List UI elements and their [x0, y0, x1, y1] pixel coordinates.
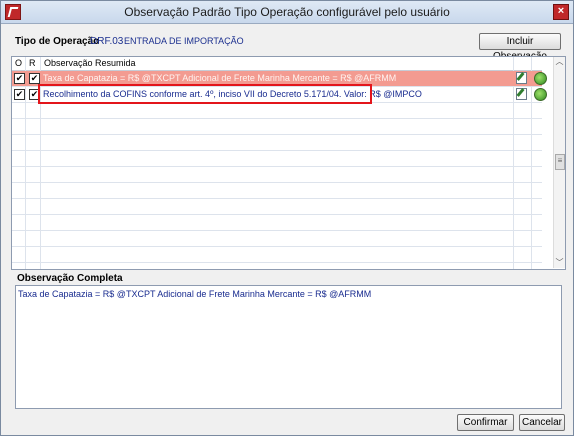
refresh-icon[interactable]	[534, 72, 547, 85]
o-checkbox[interactable]: ✔	[14, 89, 25, 100]
operation-name: ENTRADA DE IMPORTAÇÃO	[124, 36, 244, 46]
empty-row	[12, 199, 542, 215]
o-checkbox[interactable]: ✔	[14, 73, 25, 84]
edit-icon[interactable]	[516, 88, 527, 100]
empty-row	[12, 167, 542, 183]
empty-row	[12, 247, 542, 263]
operation-code: DRF.03	[90, 36, 124, 47]
row-text: Taxa de Capatazia = R$ @TXCPT Adicional …	[43, 73, 397, 83]
vertical-scrollbar[interactable]: ︿ ≡ ﹀	[553, 57, 565, 268]
empty-row	[12, 135, 542, 151]
scroll-up-icon[interactable]: ︿	[554, 57, 565, 67]
column-observation-summary[interactable]: Observação Resumida	[44, 58, 136, 68]
empty-row	[12, 183, 542, 199]
cancel-button[interactable]: Cancelar	[519, 414, 565, 431]
r-checkbox[interactable]: ✔	[29, 73, 40, 84]
scroll-thumb[interactable]: ≡	[555, 154, 565, 170]
edit-icon[interactable]	[516, 72, 527, 84]
dialog-window: Observação Padrão Tipo Operação configur…	[0, 0, 574, 436]
empty-row	[12, 119, 542, 135]
empty-row	[12, 231, 542, 247]
confirm-button[interactable]: Confirmar	[457, 414, 514, 431]
scroll-down-icon[interactable]: ﹀	[554, 258, 565, 268]
empty-row	[12, 151, 542, 167]
grid-header: O R Observação Resumida	[12, 57, 542, 71]
window-title: Observação Padrão Tipo Operação configur…	[124, 5, 450, 19]
row-highlight-box	[38, 84, 372, 104]
empty-row	[12, 215, 542, 231]
operation-type-label: Tipo de Operação	[15, 36, 100, 47]
close-button[interactable]: ×	[553, 4, 569, 20]
empty-row	[12, 103, 542, 119]
refresh-icon[interactable]	[534, 88, 547, 101]
complete-observation-textarea[interactable]: Taxa de Capatazia = R$ @TXCPT Adicional …	[15, 285, 562, 409]
add-observation-button[interactable]: Incluir Observação	[479, 33, 561, 62]
title-bar[interactable]: Observação Padrão Tipo Operação configur…	[1, 1, 573, 24]
column-o[interactable]: O	[15, 58, 22, 68]
complete-observation-label: Observação Completa	[17, 273, 123, 284]
column-r[interactable]: R	[29, 58, 36, 68]
complete-observation-text: Taxa de Capatazia = R$ @TXCPT Adicional …	[18, 289, 372, 299]
